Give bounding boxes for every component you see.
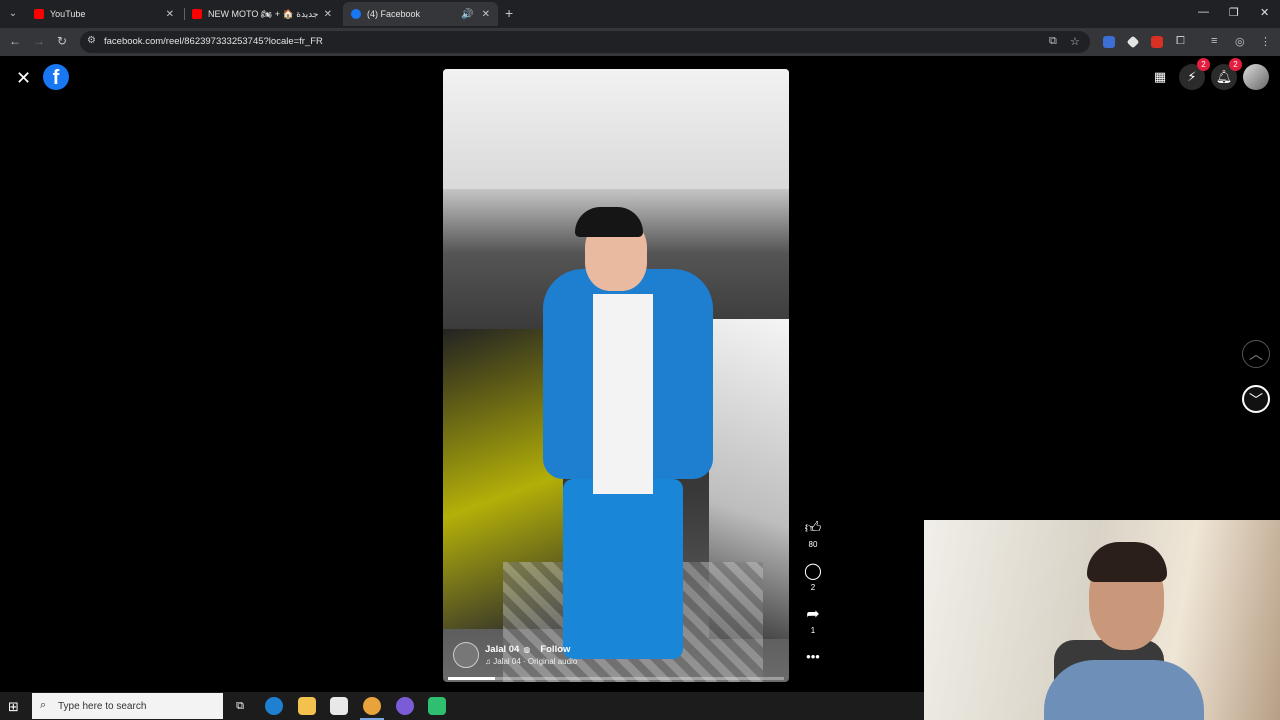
tab-title: (4) Facebook bbox=[367, 9, 421, 19]
reload-icon[interactable]: ↻ bbox=[57, 34, 67, 48]
browser-toolbar: ← → ↻ ⚙ facebook.com/reel/86239733325374… bbox=[0, 28, 1280, 56]
webcam-overlay bbox=[924, 520, 1280, 720]
share-button[interactable]: ➦ 1 bbox=[796, 606, 830, 635]
tab-search-icon[interactable]: ⌄ bbox=[4, 5, 22, 23]
like-count: 80 bbox=[808, 540, 818, 549]
tab-close-icon[interactable]: ✕ bbox=[166, 9, 174, 20]
chrome-menu-icon[interactable]: ⋮ bbox=[1260, 35, 1271, 48]
next-reel-button[interactable]: ﹀ bbox=[1242, 385, 1270, 413]
audio-label[interactable]: Jalal 04 · Original audio bbox=[493, 657, 577, 666]
tab-new-moto[interactable]: NEW MOTO 🏍 + 🏠 دار جديدة ✕ bbox=[184, 2, 340, 26]
obs-recorder-icon[interactable] bbox=[396, 697, 414, 715]
windows-taskbar: ⊞ ⌕ Type here to search ⧉ bbox=[0, 692, 924, 720]
address-bar[interactable]: ⚙ facebook.com/reel/862397333253745?loca… bbox=[80, 31, 1090, 53]
restore-icon[interactable]: ❐ bbox=[1229, 6, 1239, 19]
video-scene-person bbox=[575, 207, 643, 237]
bookmark-star-icon[interactable]: ☆ bbox=[1070, 35, 1080, 48]
messenger-badge: 2 bbox=[1197, 58, 1210, 71]
video-progress-bar[interactable] bbox=[448, 677, 784, 680]
green-app-icon[interactable] bbox=[428, 697, 446, 715]
search-icon: ⌕ bbox=[40, 699, 47, 711]
edge-browser-icon[interactable] bbox=[265, 697, 283, 715]
reel-actions: 👍︎ 80 ◯ 2 ➦ 1 ••• bbox=[796, 520, 830, 664]
tab-close-icon[interactable]: ✕ bbox=[482, 9, 490, 20]
red-extension-icon[interactable] bbox=[1151, 36, 1163, 48]
new-tab-button[interactable]: + bbox=[505, 5, 513, 21]
music-note-icon: ♫ bbox=[485, 657, 491, 666]
url-text: facebook.com/reel/862397333253745?locale… bbox=[104, 36, 323, 47]
site-info-icon[interactable]: ⚙ bbox=[87, 35, 96, 46]
facebook-favicon-icon bbox=[351, 9, 361, 19]
search-placeholder: Type here to search bbox=[58, 701, 147, 712]
minimize-icon[interactable]: — bbox=[1198, 6, 1209, 18]
webcam-scene-person bbox=[1087, 542, 1167, 582]
tab-title: NEW MOTO 🏍 + 🏠 دار جديدة bbox=[208, 8, 320, 19]
tab-youtube[interactable]: YouTube ✕ bbox=[26, 2, 182, 26]
speaker-icon[interactable]: 🔊 bbox=[461, 9, 473, 20]
back-arrow-icon[interactable]: ← bbox=[9, 34, 21, 48]
notification-badge: 2 bbox=[1229, 58, 1242, 71]
webcam-scene-person bbox=[1044, 660, 1204, 720]
share-count: 1 bbox=[810, 626, 816, 635]
avatar[interactable] bbox=[1243, 64, 1269, 90]
video-scene-ceiling bbox=[443, 69, 789, 189]
diamond-extension-icon[interactable] bbox=[1126, 35, 1140, 49]
comment-count: 2 bbox=[810, 583, 816, 592]
comment-bubble-icon: ◯ bbox=[804, 563, 822, 580]
like-button[interactable]: 👍︎ 80 bbox=[796, 520, 830, 549]
tab-facebook[interactable]: (4) Facebook 🔊 ✕ bbox=[343, 2, 498, 26]
chevron-up-icon: ︿ bbox=[1249, 346, 1263, 362]
reel-author-info: Jalal 04 ◍ Follow ♫ Jalal 04 · Original … bbox=[453, 642, 577, 668]
thumbs-up-icon: 👍︎ bbox=[804, 520, 822, 537]
forward-arrow-icon[interactable]: → bbox=[33, 34, 45, 48]
profile-icon[interactable]: ◎ bbox=[1235, 35, 1245, 48]
close-icon[interactable]: ✕ bbox=[16, 68, 31, 89]
browser-tab-strip: ⌄ YouTube ✕ NEW MOTO 🏍 + 🏠 دار جديدة ✕ (… bbox=[0, 0, 1280, 28]
follow-button[interactable]: Follow bbox=[540, 644, 570, 655]
install-app-icon[interactable]: ⧉ bbox=[1049, 35, 1057, 48]
close-window-icon[interactable]: ✕ bbox=[1260, 6, 1269, 19]
windows-start-icon[interactable]: ⊞ bbox=[8, 699, 19, 715]
apps-grid-icon[interactable]: ▦ bbox=[1147, 64, 1173, 90]
translate-extension-icon[interactable] bbox=[1103, 36, 1115, 48]
comment-button[interactable]: ◯ 2 bbox=[796, 563, 830, 592]
share-arrow-icon: ➦ bbox=[806, 606, 820, 623]
bell-icon[interactable]: 🔔︎ 2 bbox=[1211, 58, 1242, 90]
video-scene-person bbox=[563, 479, 683, 659]
reel-video[interactable]: Jalal 04 ◍ Follow ♫ Jalal 04 · Original … bbox=[443, 69, 789, 682]
file-explorer-icon[interactable] bbox=[298, 697, 316, 715]
previous-reel-button[interactable]: ︿ bbox=[1242, 340, 1270, 368]
chevron-down-icon: ﹀ bbox=[1249, 392, 1263, 408]
video-progress-fill bbox=[448, 677, 496, 680]
tab-title: YouTube bbox=[50, 9, 86, 19]
youtube-favicon-icon bbox=[192, 9, 202, 19]
youtube-favicon-icon bbox=[34, 9, 44, 19]
author-name[interactable]: Jalal 04 bbox=[485, 644, 519, 655]
author-avatar[interactable] bbox=[453, 642, 479, 668]
tab-close-icon[interactable]: ✕ bbox=[324, 9, 332, 20]
microsoft-store-icon[interactable] bbox=[330, 697, 348, 715]
globe-icon: ◍ bbox=[523, 645, 531, 654]
messenger-icon[interactable]: ⚡ 2 bbox=[1179, 58, 1210, 90]
extensions-puzzle-icon[interactable]: ⧠ bbox=[1176, 35, 1185, 48]
video-scene-person bbox=[593, 294, 653, 494]
more-options-icon[interactable]: ••• bbox=[796, 649, 830, 664]
media-controls-icon[interactable]: ≡ bbox=[1211, 35, 1217, 47]
chrome-browser-icon[interactable] bbox=[363, 697, 381, 715]
task-view-icon[interactable]: ⧉ bbox=[231, 697, 249, 715]
taskbar-search-box[interactable]: ⌕ Type here to search bbox=[32, 693, 223, 719]
facebook-logo-icon[interactable]: f bbox=[43, 64, 69, 90]
